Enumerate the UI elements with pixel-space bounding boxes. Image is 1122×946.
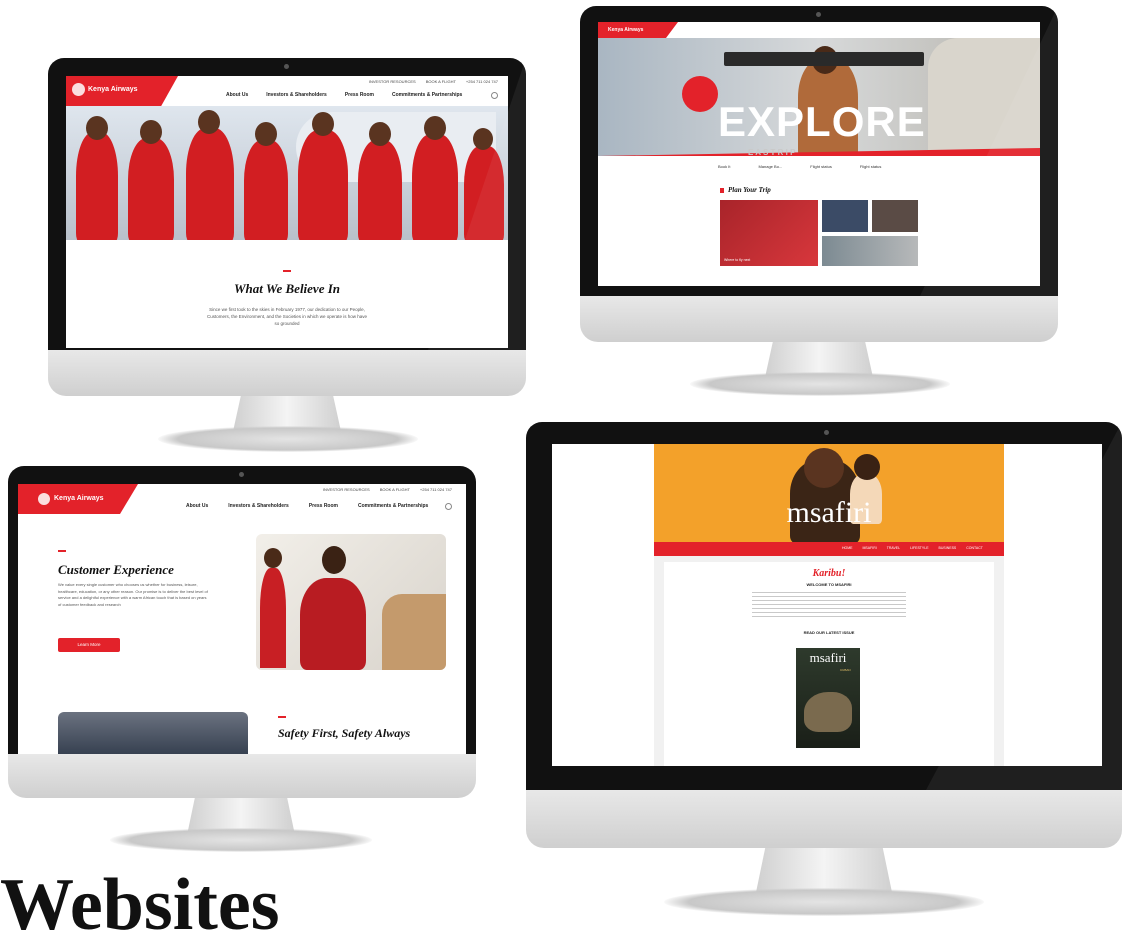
magazine-cover[interactable]: msafiri CUBAN (796, 648, 860, 748)
welcome-text: WELCOME TO MSAFIRI (806, 582, 852, 587)
trip-card-3[interactable] (872, 200, 918, 232)
monitor-chin (580, 296, 1058, 342)
top-links: INVESTOR RESOURCES BOOK A FLIGHT +254 71… (323, 487, 452, 492)
nav-investors[interactable]: Investors & Shareholders (228, 503, 289, 509)
promo-badge[interactable] (682, 76, 718, 112)
nav-investors[interactable]: Investors & Shareholders (266, 92, 327, 98)
top-link-phone[interactable]: +254 711 024 747 (466, 79, 498, 84)
greeting: Karibu! (812, 568, 846, 579)
section-body: Since we first took to the skies in Febr… (206, 307, 368, 326)
websites-caption: Websites (0, 864, 280, 946)
monitor-chin (8, 754, 476, 798)
main-nav: About Us Investors & Shareholders Press … (226, 92, 462, 98)
camera (816, 12, 821, 17)
masthead-title: msafiri (786, 496, 872, 529)
search-icon[interactable] (445, 503, 452, 510)
top-link-book[interactable]: BOOK A FLIGHT (380, 487, 410, 492)
nav-about[interactable]: About Us (226, 92, 248, 98)
quick-link-status-2[interactable]: Flight status (860, 164, 882, 169)
accent-dash-2 (278, 716, 286, 718)
monitor-chin (526, 790, 1122, 848)
hero-subtitle: E A S T R I P (748, 148, 796, 157)
accent-dash (283, 270, 291, 272)
top-link-investor[interactable]: INVESTOR RESOURCES (369, 79, 416, 84)
quick-link-status[interactable]: Flight status (810, 164, 832, 169)
top-link-investor[interactable]: INVESTOR RESOURCES (323, 487, 370, 492)
cockpit-image (58, 712, 248, 754)
monitor-chin (48, 350, 526, 396)
latest-issue-cta[interactable]: READ OUR LATEST ISSUE (654, 630, 1004, 635)
logo-icon (38, 493, 50, 505)
top-link-book[interactable]: BOOK A FLIGHT (426, 79, 456, 84)
monitor-base (690, 372, 950, 396)
logo-text: Kenya Airways (54, 495, 104, 502)
top-links: INVESTOR RESOURCES BOOK A FLIGHT +254 71… (369, 79, 498, 84)
nav-contact[interactable]: CONTACT (966, 546, 983, 550)
learn-more-label: Learn More (77, 642, 101, 647)
screen-3: Kenya Airways INVESTOR RESOURCES BOOK A … (18, 484, 466, 754)
section-accent (720, 188, 724, 193)
intro-paragraph (752, 592, 906, 620)
customer-experience-image (256, 534, 446, 670)
nav-lifestyle[interactable]: LIFESTYLE (910, 546, 928, 550)
hero-crew-image (66, 106, 508, 240)
section-heading: Customer Experience (58, 562, 174, 577)
next-section-heading: Safety First, Safety Always (278, 726, 411, 740)
camera (284, 64, 289, 69)
camera (824, 430, 829, 435)
section-body: We value every single customer who choos… (58, 582, 208, 607)
trip-card-4[interactable] (822, 236, 918, 266)
nav-home[interactable]: HOME (842, 546, 853, 550)
main-nav: About Us Investors & Shareholders Press … (186, 503, 428, 509)
screen-1: Kenya Airways INVESTOR RESOURCES BOOK A … (66, 76, 508, 348)
search-icon[interactable] (491, 92, 498, 99)
section-heading: Plan Your Trip (728, 186, 771, 194)
camera (239, 472, 244, 477)
logo-icon (72, 83, 85, 96)
quick-links: Book It Manage Bo... Flight status Fligh… (718, 164, 881, 169)
trip-card-main[interactable] (720, 200, 818, 266)
search-bar[interactable] (724, 52, 924, 66)
nav-msafiri[interactable]: MSAFIRI (863, 546, 877, 550)
nav-commitments[interactable]: Commitments & Partnerships (358, 503, 428, 509)
nav-about[interactable]: About Us (186, 503, 208, 509)
accent-dash (58, 550, 66, 552)
top-link-phone[interactable]: +254 711 024 747 (420, 487, 452, 492)
trip-card-caption: Where to fly next (724, 258, 751, 262)
logo-text: Kenya Airways (88, 86, 138, 93)
section-heading: What We Believe In (233, 281, 341, 296)
nav-commitments[interactable]: Commitments & Partnerships (392, 92, 462, 98)
nav-business[interactable]: BUSINESS (939, 546, 957, 550)
quick-link-manage[interactable]: Manage Bo... (758, 164, 782, 169)
nav-press[interactable]: Press Room (309, 503, 338, 509)
monitor-base (664, 888, 984, 916)
site-nav: HOME MSAFIRI TRAVEL LIFESTYLE BUSINESS C… (842, 546, 983, 550)
trip-card-2[interactable] (822, 200, 868, 232)
hero-image: EXPLORE (598, 38, 1040, 156)
nav-travel[interactable]: TRAVEL (887, 546, 900, 550)
cover-title: msafiri (809, 650, 847, 665)
hero-title: EXPLORE (718, 98, 926, 145)
logo-text: Kenya Airways (608, 27, 644, 33)
nav-press[interactable]: Press Room (345, 92, 374, 98)
cover-subtitle: CUBAN (840, 668, 851, 672)
quick-link-book[interactable]: Book It (718, 164, 730, 169)
monitor-base (158, 426, 418, 452)
monitor-base (110, 828, 372, 852)
